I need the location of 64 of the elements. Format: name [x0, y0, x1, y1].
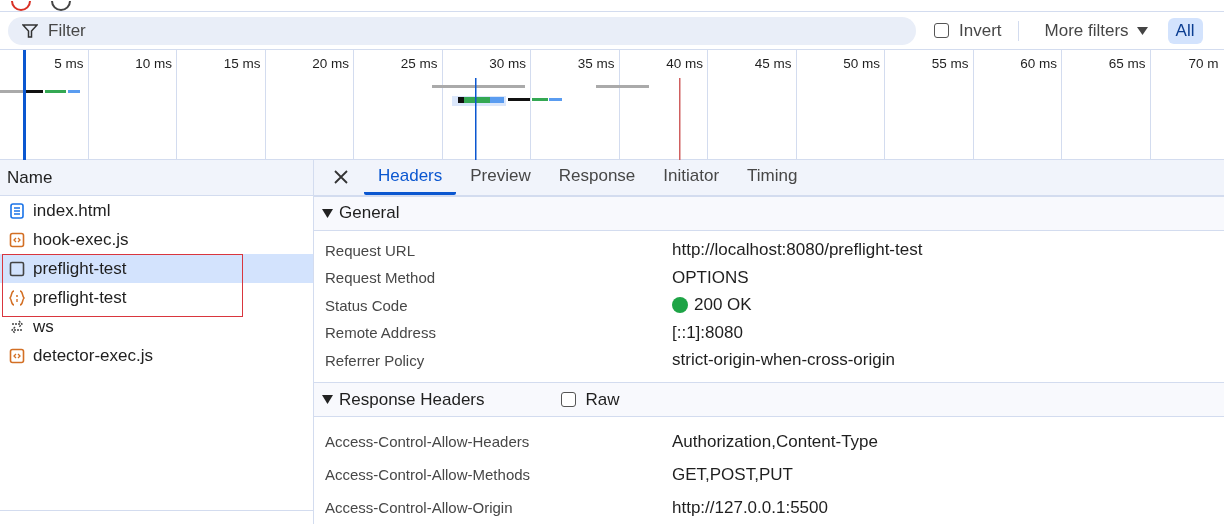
request-name: hook-exec.js: [33, 229, 129, 250]
document-icon: [9, 202, 25, 219]
braces-icon: [9, 289, 25, 306]
time-tick-label: 10 ms: [135, 56, 172, 72]
header-name: Access-Control-Allow-Methods: [325, 466, 532, 483]
section-title: General: [339, 203, 400, 224]
filter-field[interactable]: Filter: [8, 16, 916, 45]
time-tick-label: 5 ms: [54, 56, 84, 72]
time-tick-label: 60 ms: [1020, 56, 1057, 72]
square-icon: [9, 260, 25, 277]
expand-triangle-icon[interactable]: [322, 394, 333, 406]
section-header[interactable]: General: [314, 195, 1224, 231]
detail-tab[interactable]: Initiator: [649, 160, 734, 195]
detail-tab[interactable]: Timing: [733, 160, 812, 195]
invert-checkbox[interactable]: [934, 23, 949, 38]
header-name: Status Code: [325, 296, 409, 314]
script-icon: [9, 347, 25, 364]
header-name: Referrer Policy: [325, 351, 426, 369]
header-name: Request Method: [325, 269, 437, 287]
request-row[interactable]: preflight-test: [0, 254, 313, 283]
header-value: strict-origin-when-cross-origin: [672, 350, 895, 371]
time-tick-label: 70 m: [1188, 56, 1219, 72]
invert-label: Invert: [959, 20, 1002, 41]
type-filter-button[interactable]: All: [1167, 17, 1203, 44]
header-name: Request URL: [325, 241, 417, 259]
section-title: Response Headers: [339, 389, 485, 410]
header-name: Remote Address: [325, 324, 437, 342]
header-value: GET,POST,PUT: [672, 464, 793, 485]
filter-icon: [22, 22, 38, 39]
request-name: preflight-test: [33, 287, 127, 308]
request-name: preflight-test: [33, 258, 127, 279]
time-tick-label: 45 ms: [754, 56, 792, 72]
time-tick-label: 20 ms: [312, 56, 349, 72]
time-tick-label: 35 ms: [577, 56, 615, 72]
time-tick-label: 65 ms: [1108, 56, 1146, 72]
time-tick-label: 50 ms: [843, 56, 880, 72]
request-name: index.html: [33, 200, 111, 221]
name-column-header[interactable]: Name: [7, 167, 53, 188]
request-name: detector-exec.js: [33, 345, 153, 366]
header-value: [::1]:8080: [672, 322, 743, 343]
detail-tab[interactable]: Response: [544, 160, 650, 195]
time-tick-label: 40 ms: [666, 56, 703, 72]
header-value: http://localhost:8080/preflight-test: [672, 240, 923, 261]
header-value: Authorization,Content-Type: [672, 431, 878, 452]
header-value: OPTIONS: [672, 267, 749, 288]
section-header[interactable]: Response Headers Raw: [314, 382, 1224, 417]
header-value: 200 OK: [694, 295, 752, 316]
time-tick-label: 15 ms: [223, 56, 261, 72]
detail-tab[interactable]: Preview: [456, 160, 545, 195]
time-tick-label: 25 ms: [400, 56, 438, 72]
time-tick-label: 55 ms: [931, 56, 969, 72]
close-icon: [334, 170, 348, 185]
header-name: Access-Control-Allow-Origin: [325, 499, 514, 516]
header-value: http://127.0.0.1:5500: [672, 497, 828, 518]
arrows-icon: [9, 318, 25, 335]
caret-icon: [1136, 26, 1148, 35]
more-filters-button[interactable]: More filters: [1032, 20, 1160, 41]
header-name: Access-Control-Allow-Headers: [325, 433, 531, 450]
raw-label: Raw: [585, 389, 620, 410]
script-icon: [9, 231, 25, 248]
time-tick-label: 30 ms: [489, 56, 526, 72]
expand-triangle-icon[interactable]: [322, 207, 333, 219]
request-name: ws: [33, 316, 54, 337]
raw-checkbox[interactable]: [560, 392, 576, 408]
